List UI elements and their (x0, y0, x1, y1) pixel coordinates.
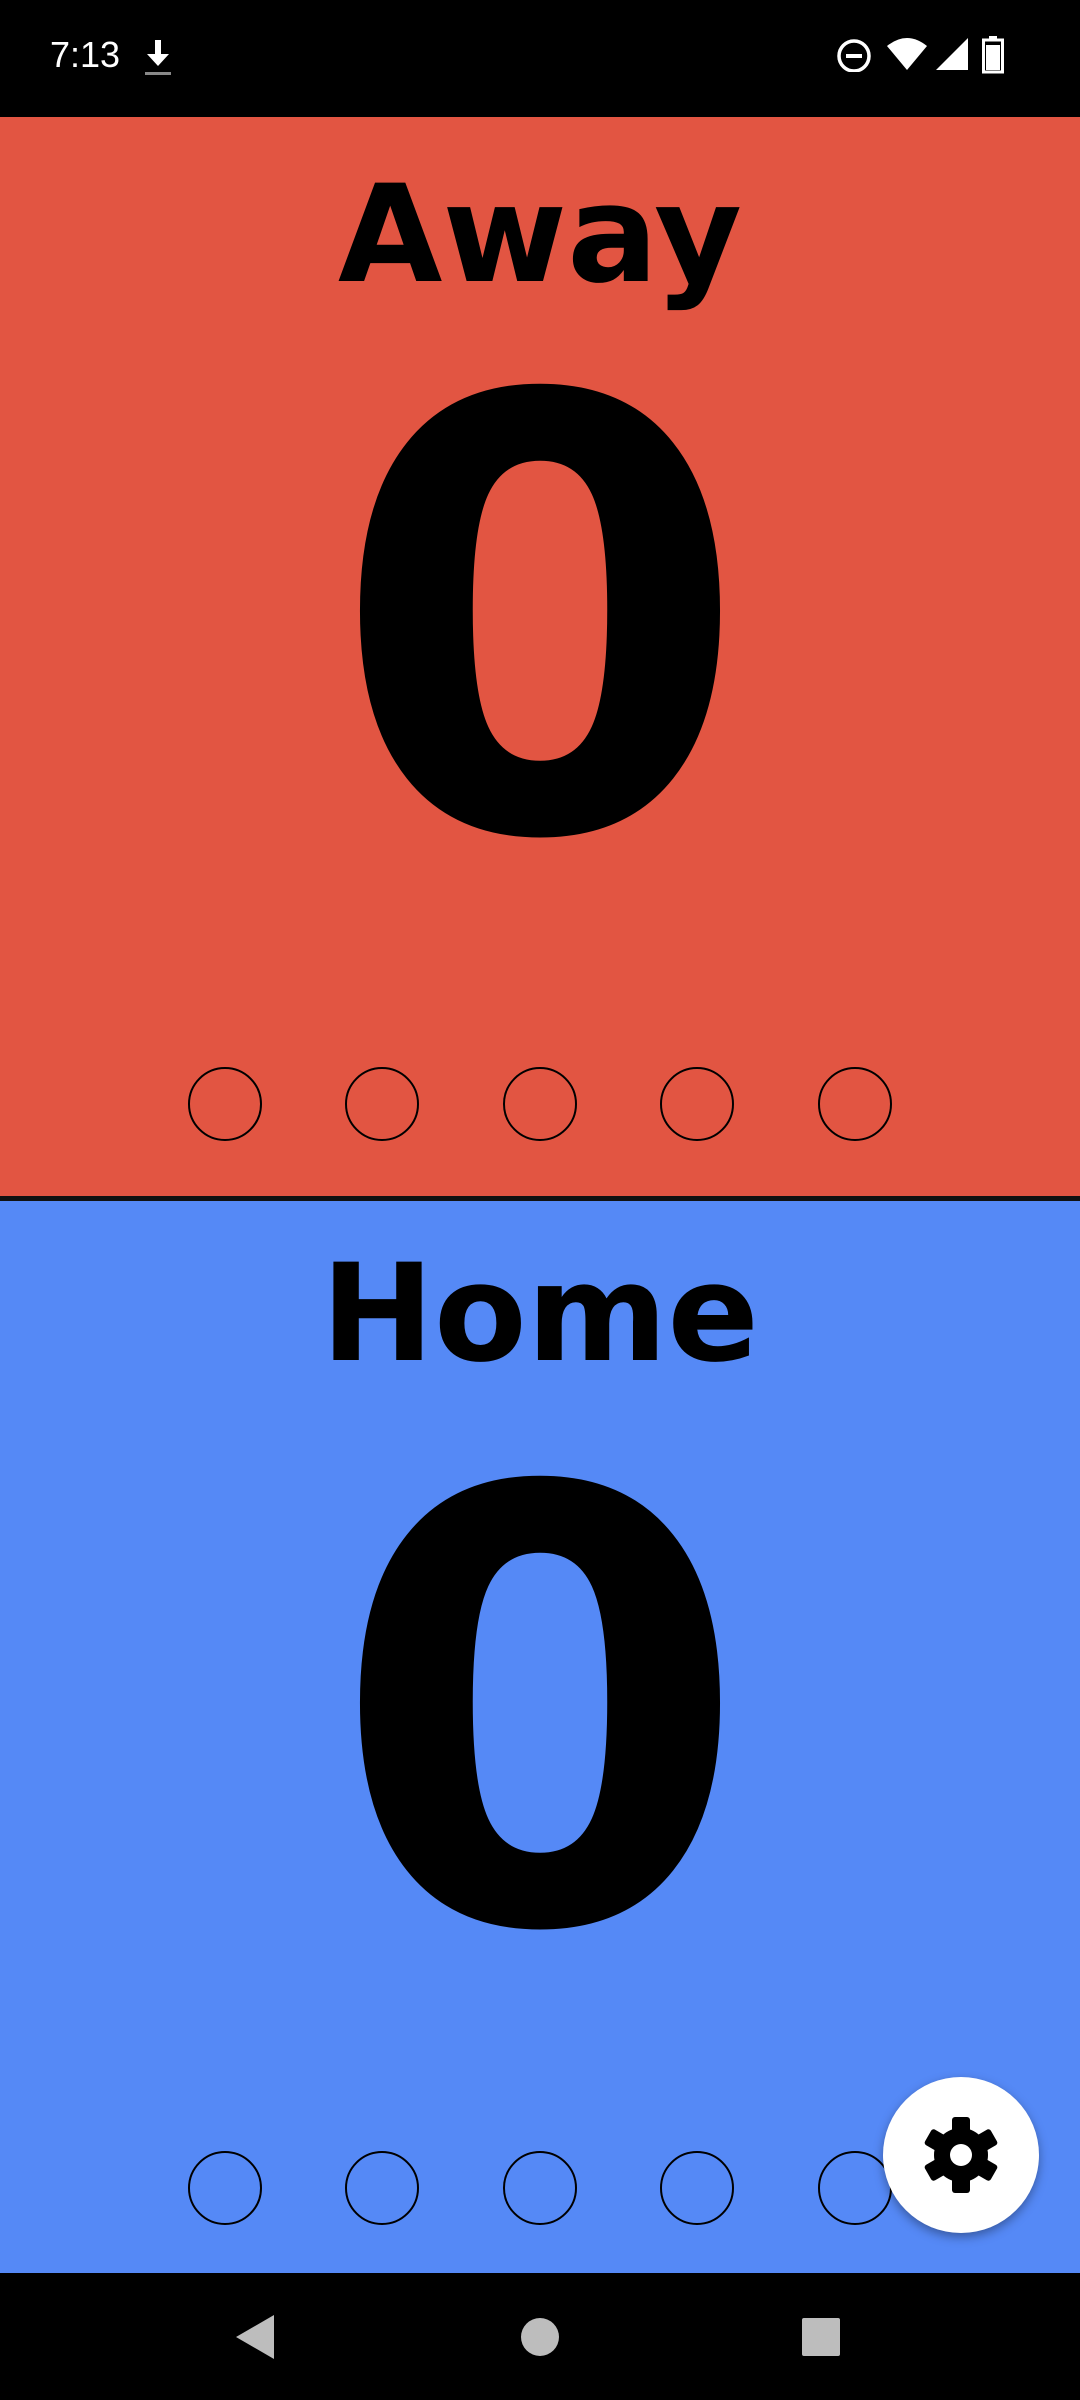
wifi-icon (887, 38, 927, 70)
status-time: 7:13 (50, 34, 121, 75)
away-period-dots (0, 1067, 1080, 1147)
home-icon (521, 2318, 559, 2356)
home-team-name: Home (321, 1235, 759, 1392)
recents-icon (802, 2318, 840, 2356)
battery-icon (982, 36, 1004, 74)
settings-button[interactable] (883, 2077, 1039, 2233)
home-period-dot[interactable] (188, 2151, 262, 2225)
home-period-dot[interactable] (345, 2151, 419, 2225)
home-score[interactable]: 0 (0, 1414, 1080, 2014)
nav-home-button[interactable] (480, 2273, 600, 2400)
home-period-dot[interactable] (818, 2151, 892, 2225)
away-team-panel[interactable]: Away 0 (0, 117, 1080, 1196)
away-score[interactable]: 0 (0, 322, 1080, 922)
nav-back-button[interactable] (196, 2273, 316, 2400)
settings-gear-icon (924, 2117, 998, 2193)
away-period-dot[interactable] (188, 1067, 262, 1141)
navigation-bar (0, 2273, 1080, 2400)
nav-recents-button[interactable] (761, 2273, 881, 2400)
away-period-dot[interactable] (818, 1067, 892, 1141)
away-period-dot[interactable] (345, 1067, 419, 1141)
away-period-dot[interactable] (660, 1067, 734, 1141)
signal-icon (936, 38, 968, 70)
download-icon (145, 40, 171, 75)
status-bar: 7:13 (0, 0, 1080, 117)
home-period-dot[interactable] (503, 2151, 577, 2225)
home-period-dot[interactable] (660, 2151, 734, 2225)
back-icon (236, 2315, 274, 2359)
do-not-disturb-icon (837, 39, 871, 72)
scoreboard-screen: 7:13 Away 0 Home 0 (0, 0, 1080, 2400)
status-icons (836, 36, 1036, 80)
away-period-dot[interactable] (503, 1067, 577, 1141)
